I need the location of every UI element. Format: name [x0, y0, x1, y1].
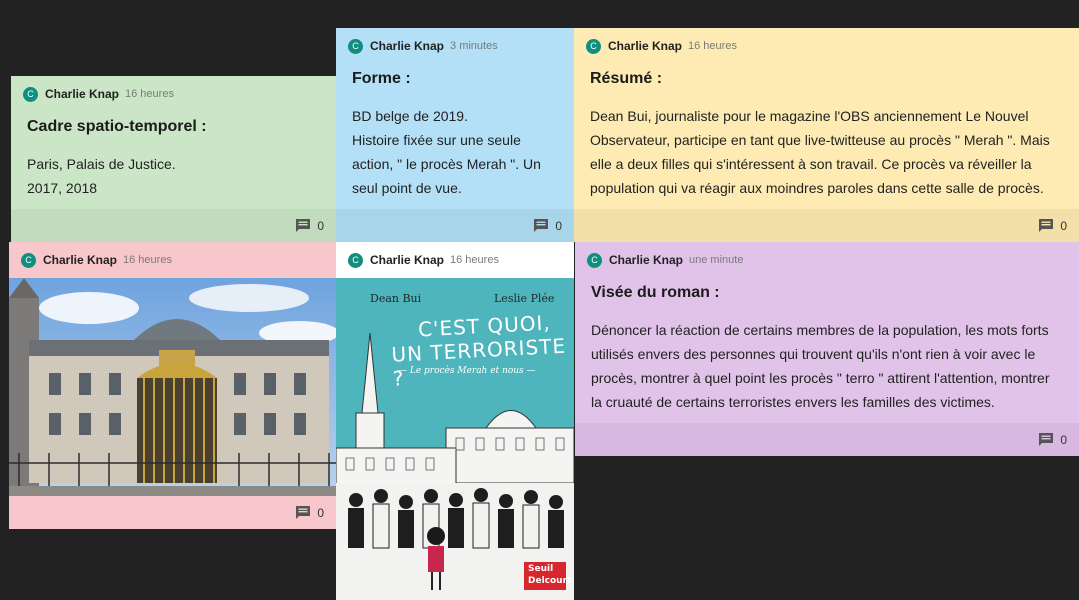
card-cadre-spatio-temporel[interactable]: C Charlie Knap 16 heures Cadre spatio-te…	[11, 76, 336, 242]
card-header: C Charlie Knap 16 heures	[574, 28, 1079, 64]
card-forme[interactable]: C Charlie Knap 3 minutes Forme : BD belg…	[336, 28, 574, 242]
card-title: Cadre spatio-temporel :	[27, 118, 207, 135]
card-title: Visée du roman :	[591, 284, 720, 301]
building-illustration	[9, 278, 336, 496]
card-text: Paris, Palais de Justice. 2017, 2018	[27, 156, 176, 196]
author-name: Charlie Knap	[370, 253, 445, 267]
cover-publisher-seuil: Seuil	[528, 564, 554, 574]
card-header: C Charlie Knap 3 minutes	[336, 28, 574, 64]
card-resume[interactable]: C Charlie Knap 16 heures Résumé : Dean B…	[574, 28, 1079, 242]
book-cover-image[interactable]: Dean Bui Leslie Plée C'EST QUOI, UN TERR…	[336, 278, 574, 600]
card-footer: 0	[574, 209, 1079, 242]
comment-count: 0	[1060, 432, 1067, 447]
card-title: Forme :	[352, 70, 411, 87]
avatar: C	[348, 252, 363, 268]
card-header: C Charlie Knap une minute	[575, 242, 1079, 278]
timestamp: 16 heures	[450, 254, 499, 266]
avatar: C	[348, 38, 363, 54]
avatar: C	[21, 252, 36, 268]
comment-count: 0	[1060, 218, 1067, 233]
card-text: Dean Bui, journaliste pour le magazine l…	[590, 108, 1050, 196]
author-name: Charlie Knap	[608, 39, 683, 53]
author-name: Charlie Knap	[45, 87, 120, 101]
cover-illustration	[336, 332, 574, 600]
card-footer: 0	[336, 209, 574, 242]
author-name: Charlie Knap	[370, 39, 445, 53]
timestamp: 16 heures	[123, 254, 172, 266]
card-header: C Charlie Knap 16 heures	[11, 76, 336, 112]
timestamp: 16 heures	[125, 88, 174, 100]
card-photo-palais-de-justice[interactable]: C Charlie Knap 16 heures 0	[9, 242, 336, 529]
avatar: C	[587, 252, 602, 268]
comment-icon[interactable]	[533, 218, 549, 234]
card-book-cover[interactable]: C Charlie Knap 16 heures Dean Bui Leslie…	[336, 242, 574, 600]
author-name: Charlie Knap	[43, 253, 118, 267]
palais-de-justice-photo[interactable]	[9, 278, 336, 496]
timestamp: une minute	[689, 254, 744, 266]
timestamp: 3 minutes	[450, 40, 498, 52]
card-footer: 0	[11, 209, 336, 242]
author-name: Charlie Knap	[609, 253, 684, 267]
comment-icon[interactable]	[295, 218, 311, 234]
cover-publisher-delcourt: Delcourt	[528, 576, 572, 586]
timestamp: 16 heures	[688, 40, 737, 52]
card-header: C Charlie Knap 16 heures	[9, 242, 336, 278]
card-text: BD belge de 2019. Histoire fixée sur une…	[352, 108, 541, 196]
card-footer: 0	[9, 496, 336, 529]
comment-count: 0	[555, 218, 562, 233]
comment-icon[interactable]	[295, 505, 311, 521]
comment-count: 0	[317, 218, 324, 233]
comment-count: 0	[317, 505, 324, 520]
card-text: Dénoncer la réaction de certains membres…	[591, 322, 1050, 410]
comment-icon[interactable]	[1038, 432, 1054, 448]
avatar: C	[23, 86, 38, 102]
avatar: C	[586, 38, 601, 54]
card-visee-du-roman[interactable]: C Charlie Knap une minute Visée du roman…	[575, 242, 1079, 456]
card-header: C Charlie Knap 16 heures	[336, 242, 574, 278]
card-footer: 0	[575, 423, 1079, 456]
comment-icon[interactable]	[1038, 218, 1054, 234]
card-title: Résumé :	[590, 70, 663, 87]
